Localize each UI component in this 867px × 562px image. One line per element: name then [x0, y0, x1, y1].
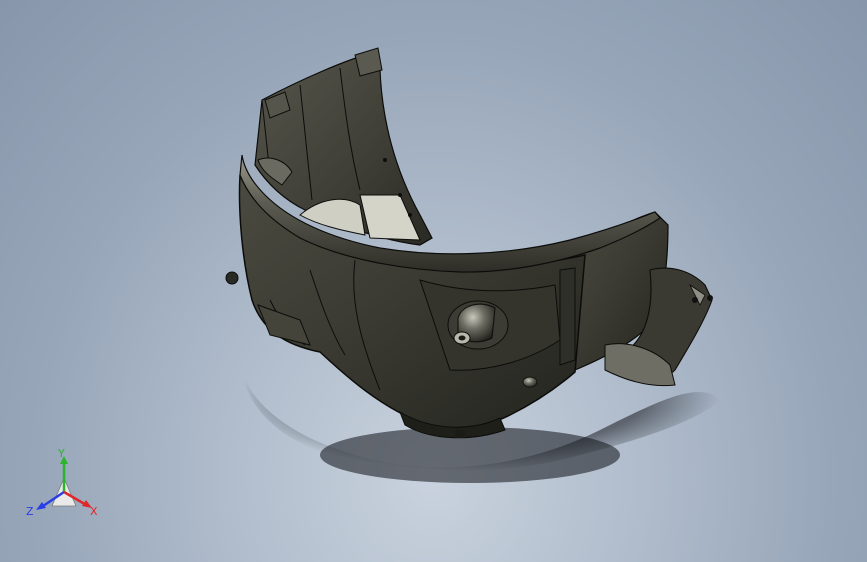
orientation-triad: Y X Z: [24, 448, 104, 524]
x-axis-label: X: [90, 505, 98, 518]
y-axis-label: Y: [58, 447, 65, 460]
shell-part-3d-model[interactable]: [0, 0, 867, 562]
nozzle-boss: [447, 300, 509, 350]
z-axis-label: Z: [26, 505, 34, 518]
3d-graphics-viewport[interactable]: Y X Z: [0, 0, 867, 562]
